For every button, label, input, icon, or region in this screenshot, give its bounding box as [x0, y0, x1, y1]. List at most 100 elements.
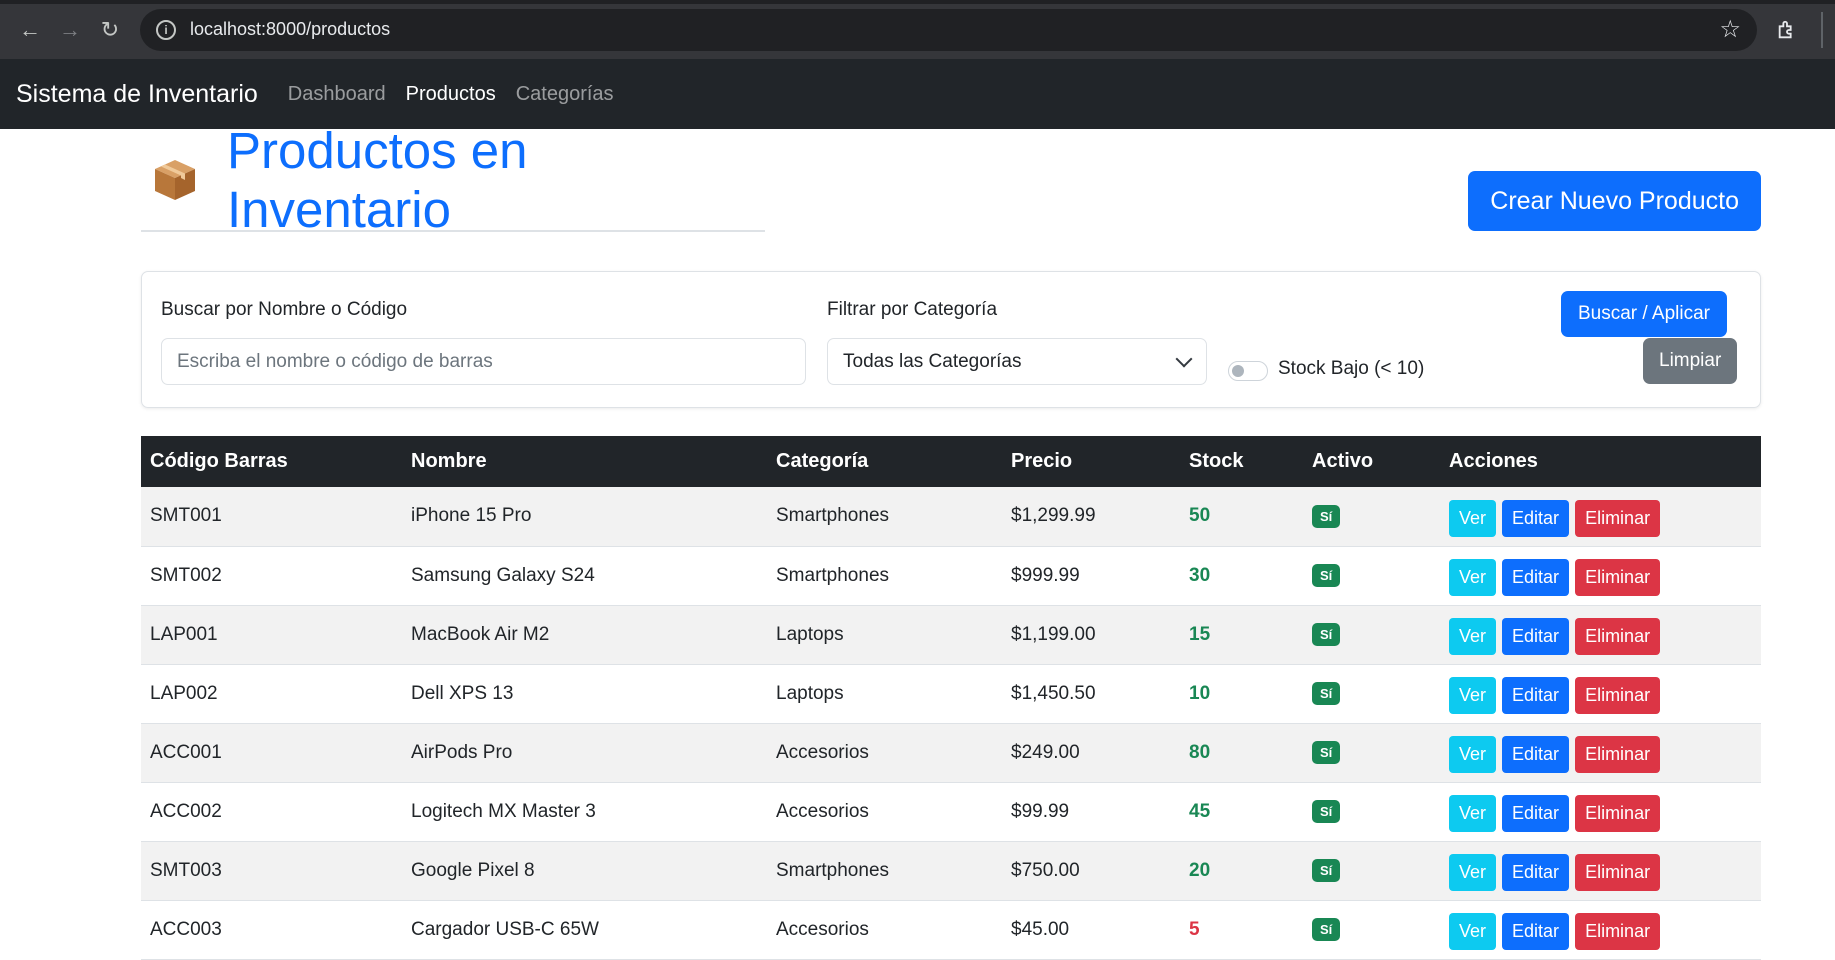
site-info-icon[interactable]: i [156, 19, 176, 40]
view-button[interactable]: Ver [1449, 559, 1497, 596]
extensions-icon[interactable] [1769, 12, 1805, 48]
header-acciones: Acciones [1449, 450, 1538, 472]
active-badge: Sí [1312, 564, 1341, 587]
header-precio: Precio [1011, 450, 1073, 472]
active-badge: Sí [1312, 918, 1341, 941]
table-row: SMT003 Google Pixel 8 Smartphones $750.00 20… [141, 841, 1761, 900]
delete-button[interactable]: Eliminar [1575, 677, 1661, 714]
search-apply-button[interactable]: Buscar / Aplicar [1561, 291, 1727, 337]
cell-active: Sí [1303, 900, 1440, 959]
delete-button[interactable]: Eliminar [1575, 913, 1661, 950]
active-badge: Sí [1312, 741, 1341, 764]
cell-active: Sí [1303, 664, 1440, 723]
cell-actions: Ver Editar Eliminar [1440, 664, 1761, 723]
cell-actions: Ver Editar Eliminar [1440, 605, 1761, 664]
edit-button[interactable]: Editar [1502, 854, 1570, 891]
low-stock-toggle[interactable] [1228, 361, 1268, 381]
search-label: Buscar por Nombre o Código [161, 299, 408, 320]
edit-button[interactable]: Editar [1502, 499, 1570, 537]
window-edge [1821, 11, 1823, 48]
cell-category: Accesorios [776, 800, 869, 822]
edit-button[interactable]: Editar [1502, 618, 1570, 655]
navbar-brand[interactable]: Sistema de Inventario [16, 80, 258, 109]
low-stock-label[interactable]: Stock Bajo (< 10) [1278, 358, 1424, 380]
category-select[interactable]: Todas las Categorías [827, 338, 1207, 385]
reload-icon[interactable]: ↻ [92, 12, 128, 48]
cell-stock: 80 [1189, 741, 1211, 763]
cell-stock: 20 [1189, 859, 1211, 881]
cell-actions: Ver Editar Eliminar [1440, 782, 1761, 841]
view-button[interactable]: Ver [1449, 499, 1497, 537]
table-header-row: Código Barras Nombre Categoría Precio St… [141, 436, 1761, 487]
cell-code: LAP001 [150, 623, 218, 645]
header-stock: Stock [1189, 450, 1244, 472]
edit-button[interactable]: Editar [1502, 677, 1570, 714]
table-row: LAP002 Dell XPS 13 Laptops $1,450.50 10 Sí Ver… [141, 664, 1761, 723]
cell-actions: Ver Editar Eliminar [1440, 723, 1761, 782]
view-button[interactable]: Ver [1449, 795, 1497, 832]
products-table: Código Barras Nombre Categoría Precio St… [141, 436, 1761, 960]
edit-button[interactable]: Editar [1502, 913, 1570, 950]
nav-link-productos[interactable]: Productos [406, 83, 496, 106]
create-product-button[interactable]: Crear Nuevo Producto [1468, 171, 1761, 231]
cell-category: Smartphones [776, 505, 890, 527]
cell-price: $999.99 [1011, 564, 1080, 586]
cell-active: Sí [1303, 605, 1440, 664]
cell-active: Sí [1303, 487, 1440, 546]
cell-stock: 5 [1189, 918, 1200, 940]
delete-button[interactable]: Eliminar [1575, 795, 1661, 832]
cell-actions: Ver Editar Eliminar [1440, 900, 1761, 959]
delete-button[interactable]: Eliminar [1575, 854, 1661, 891]
forward-icon[interactable]: → [52, 12, 88, 48]
cell-price: $249.00 [1011, 741, 1080, 763]
cell-name: Logitech MX Master 3 [411, 800, 596, 822]
category-label: Filtrar por Categoría [827, 299, 998, 320]
active-badge: Sí [1312, 504, 1341, 528]
header-codigo: Código Barras [150, 450, 288, 472]
package-icon [151, 156, 199, 204]
delete-button[interactable]: Eliminar [1575, 559, 1661, 596]
cell-price: $1,199.00 [1011, 623, 1096, 645]
nav-link-categorias[interactable]: Categorías [516, 83, 614, 106]
edit-button[interactable]: Editar [1502, 795, 1570, 832]
cell-name: Samsung Galaxy S24 [411, 564, 595, 586]
delete-button[interactable]: Eliminar [1575, 618, 1661, 655]
table-row: ACC003 Cargador USB-C 65W Accesorios $45.00… [141, 900, 1761, 959]
cell-active: Sí [1303, 546, 1440, 605]
delete-button[interactable]: Eliminar [1575, 736, 1661, 773]
cell-price: $99.99 [1011, 800, 1070, 822]
cell-category: Smartphones [776, 564, 890, 586]
edit-button[interactable]: Editar [1502, 559, 1570, 596]
cell-stock: 50 [1189, 505, 1211, 527]
cell-price: $45.00 [1011, 918, 1070, 940]
view-button[interactable]: Ver [1449, 618, 1497, 655]
app-navbar: Sistema de Inventario Dashboard Producto… [0, 59, 1835, 129]
table-row: ACC002 Logitech MX Master 3 Accesorios $99.… [141, 782, 1761, 841]
filter-card: Buscar por Nombre o Código Escriba el no… [141, 271, 1761, 408]
url-text[interactable]: localhost:8000/productos [190, 19, 1719, 40]
nav-link-dashboard[interactable]: Dashboard [288, 83, 386, 106]
view-button[interactable]: Ver [1449, 677, 1497, 714]
edit-button[interactable]: Editar [1502, 736, 1570, 773]
header-nombre: Nombre [411, 450, 487, 472]
bookmark-star-icon[interactable]: ☆ [1719, 15, 1741, 44]
page-title: Productos en Inventario [227, 121, 528, 238]
view-button[interactable]: Ver [1449, 854, 1497, 891]
cell-stock: 10 [1189, 682, 1211, 704]
header-activo: Activo [1312, 450, 1374, 472]
address-bar[interactable]: i localhost:8000/productos ☆ [140, 8, 1757, 51]
clear-button[interactable]: Limpiar [1643, 338, 1738, 384]
search-input[interactable]: Escriba el nombre o código de barras [161, 338, 806, 385]
view-button[interactable]: Ver [1449, 913, 1497, 950]
delete-button[interactable]: Eliminar [1575, 499, 1661, 537]
cell-name: AirPods Pro [411, 741, 513, 763]
active-badge: Sí [1312, 859, 1341, 882]
cell-category: Accesorios [776, 918, 869, 940]
back-icon[interactable]: ← [12, 12, 48, 48]
cell-code: SMT001 [150, 505, 222, 527]
cell-name: MacBook Air M2 [411, 623, 550, 645]
cell-actions: Ver Editar Eliminar [1440, 487, 1761, 546]
cell-name: Cargador USB-C 65W [411, 918, 599, 940]
view-button[interactable]: Ver [1449, 736, 1497, 773]
cell-category: Accesorios [776, 741, 869, 763]
